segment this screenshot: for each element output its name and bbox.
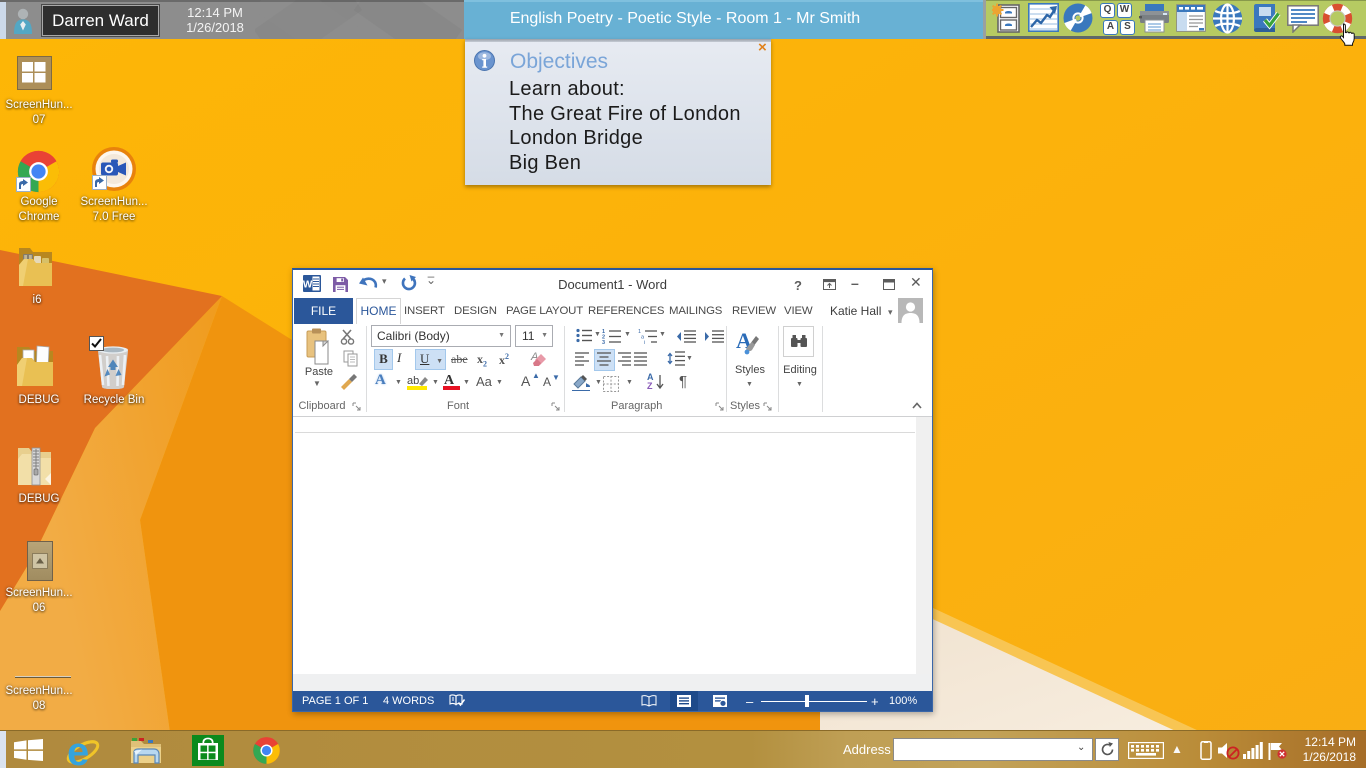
svg-text:3: 3 bbox=[602, 340, 605, 344]
svg-text:ab: ab bbox=[407, 375, 419, 387]
svg-text:e: e bbox=[67, 732, 89, 768]
svg-text:i: i bbox=[644, 340, 645, 344]
